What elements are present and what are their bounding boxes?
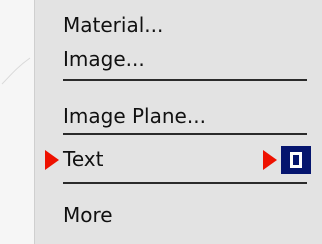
option-box-icon[interactable] [281,146,311,174]
create-menu: Material... Image... Image Plane... Text… [34,0,322,244]
screen: Material... Image... Image Plane... Text… [0,0,322,244]
menu-item-text[interactable]: Text [63,148,103,170]
menu-item-image-plane[interactable]: Image Plane... [63,105,206,127]
red-triangle-icon [45,150,59,170]
menu-item-more[interactable]: More [63,204,113,226]
menu-separator [63,182,307,184]
menu-separator [63,133,307,135]
submenu-arrow-icon [263,150,277,170]
menu-item-image[interactable]: Image... [63,48,145,70]
menu-item-material[interactable]: Material... [63,14,163,36]
background-scribble [1,57,31,85]
menu-separator [63,79,307,81]
option-box-glyph [290,152,302,168]
